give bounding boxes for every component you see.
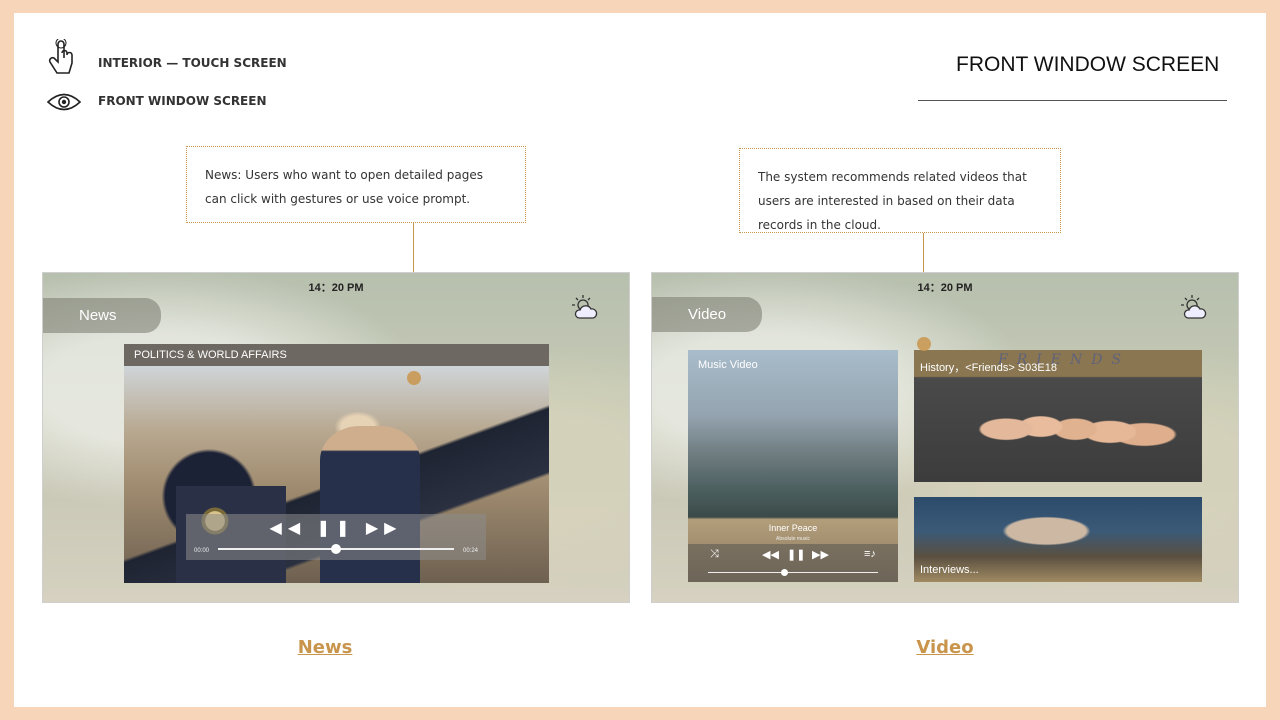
legend-touch-label: INTERIOR — TOUCH SCREEN [98, 56, 287, 70]
interviews-label: Interviews... [920, 564, 979, 576]
eye-icon [46, 93, 82, 111]
legend-front-label: FRONT WINDOW SCREEN [98, 94, 267, 108]
video-callout: The system recommends related videos tha… [739, 148, 1061, 233]
news-caption-link[interactable]: News [225, 637, 425, 658]
touch-hand-icon [48, 39, 73, 74]
news-category-bar: POLITICS & WORLD AFFAIRS [124, 344, 549, 366]
track-title: Inner Peace [768, 523, 818, 533]
legend-touch: INTERIOR — TOUCH SCREEN [46, 39, 287, 79]
music-video-label: Music Video [698, 359, 758, 371]
slide: INTERIOR — TOUCH SCREEN FRONT WINDOW SCR… [14, 13, 1266, 707]
pause-icon[interactable]: ❚❚ [317, 520, 356, 537]
news-progress-knob[interactable] [331, 544, 341, 554]
fast-forward-icon[interactable]: ▶▶ [812, 548, 829, 561]
news-article-card[interactable]: POLITICS & WORLD AFFAIRS ◀◀ ❚❚ ▶▶ 00:00 … [124, 344, 549, 583]
news-screen: 14：20 PM News POLITICS & WORLD AFFAIRS ◀… [42, 272, 630, 603]
video-screen: 14：20 PM Video Music Video Inner Peace A… [651, 272, 1239, 603]
music-player-controls: ⤨ ◀◀ ❚❚ ▶▶ ≡♪ [688, 544, 898, 582]
rewind-icon[interactable]: ◀◀ [762, 548, 779, 561]
elapsed-time: 00:00 [194, 548, 210, 554]
friends-episode-card[interactable]: FRIENDS History，<Friends> S03E18 [914, 350, 1202, 482]
clock: 14：20 PM [308, 282, 364, 294]
interviews-card[interactable]: Interviews... [914, 497, 1202, 582]
news-tab[interactable]: News [43, 298, 161, 333]
title-divider [918, 100, 1227, 101]
news-progress-track[interactable] [218, 544, 454, 554]
friends-episode-label: History，<Friends> S03E18 [920, 362, 1057, 374]
news-callout: News: Users who want to open detailed pa… [186, 146, 526, 223]
shuffle-icon[interactable]: ⤨ [710, 548, 719, 561]
music-video-card[interactable]: Music Video Inner Peace Absolute music ⤨… [688, 350, 898, 582]
music-progress-knob[interactable] [781, 568, 788, 576]
video-callout-marker [917, 337, 931, 351]
legend-front: FRONT WINDOW SCREEN [46, 93, 267, 111]
video-tab[interactable]: Video [652, 297, 762, 332]
rewind-icon[interactable]: ◀◀ [270, 520, 307, 537]
news-callout-marker [407, 371, 421, 385]
pause-icon[interactable]: ❚❚ [787, 548, 805, 561]
news-player-controls: ◀◀ ❚❚ ▶▶ 00:00 00:24 [186, 514, 486, 560]
fast-forward-icon[interactable]: ▶▶ [366, 520, 403, 537]
track-subtitle: Absolute music [776, 536, 810, 542]
weather-partly-cloudy-icon [572, 295, 598, 319]
music-progress-track[interactable] [708, 568, 878, 576]
video-caption-link[interactable]: Video [845, 637, 1045, 658]
clock: 14：20 PM [917, 282, 973, 294]
news-transport: ◀◀ ❚❚ ▶▶ [186, 518, 486, 538]
page-title: FRONT WINDOW SCREEN [956, 53, 1220, 76]
remaining-time: 00:24 [462, 548, 478, 554]
playlist-icon[interactable]: ≡♪ [864, 548, 876, 560]
weather-partly-cloudy-icon [1181, 295, 1207, 319]
